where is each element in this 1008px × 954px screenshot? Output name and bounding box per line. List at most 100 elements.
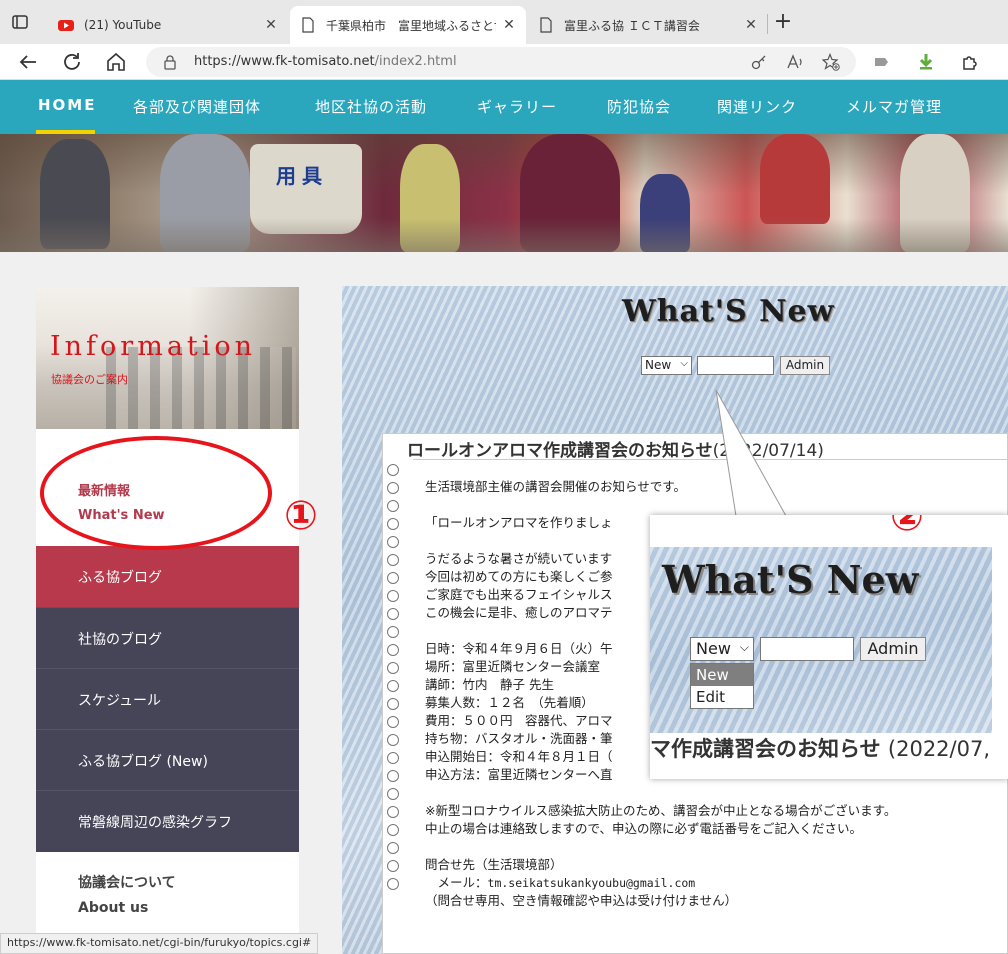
- ring: [387, 878, 399, 890]
- ring: [387, 806, 399, 818]
- hero-shade: [0, 134, 1008, 194]
- ring: [387, 464, 399, 476]
- annotation-number-two: ②: [890, 515, 924, 540]
- ring: [387, 860, 399, 872]
- new-tab-icon[interactable]: +: [772, 11, 794, 34]
- page-icon: [302, 17, 314, 33]
- notice-email: tm.seikatsukankyoubu@gmail.com: [487, 876, 696, 890]
- password-input[interactable]: [697, 356, 774, 375]
- tab-youtube[interactable]: (21) YouTube ✕: [48, 6, 288, 44]
- notice-line: ※新型コロナウイルス感染拡大防止のため、講習会が中止となる場合がございます。: [425, 803, 897, 818]
- option-edit[interactable]: Edit: [691, 686, 753, 708]
- ring: [387, 752, 399, 764]
- favorite-add-icon[interactable]: [822, 53, 840, 71]
- key-icon[interactable]: [750, 53, 768, 71]
- zoom-whats-new-title: What'S New: [662, 557, 919, 602]
- chevron-down-icon: ⌵: [739, 640, 749, 654]
- ring: [387, 644, 399, 656]
- notice-line: [425, 838, 896, 856]
- ring: [387, 770, 399, 782]
- hero-photo: 用具: [0, 134, 1008, 252]
- zoom-admin-button[interactable]: Admin: [860, 637, 926, 661]
- ring: [387, 734, 399, 746]
- information-title: Information: [50, 331, 257, 362]
- annotation-number-one: ①: [284, 493, 318, 539]
- site-nav: HOME 各部及び関連団体 地区社協の活動 ギャラリー 防犯協会 関連リンク メ…: [0, 80, 1008, 134]
- hero-ground: [0, 218, 1008, 252]
- lock-icon[interactable]: [162, 54, 178, 70]
- notice-divider: [413, 459, 1008, 460]
- ring: [387, 662, 399, 674]
- ring: [387, 698, 399, 710]
- nav-gallery[interactable]: ギャラリー: [477, 96, 557, 117]
- zoom-mode-select[interactable]: New ⌵: [690, 637, 754, 661]
- tab-title: 富里ふる協 ＩＣＴ講習会: [564, 18, 700, 33]
- ring: [387, 518, 399, 530]
- download-extension-icon[interactable]: [916, 52, 936, 72]
- notice-line: 問合せ先（生活環境部）: [425, 857, 563, 872]
- ring: [387, 482, 399, 494]
- back-icon[interactable]: [16, 50, 40, 74]
- ring: [387, 572, 399, 584]
- highlight-ellipse: [40, 436, 272, 550]
- zoom-notice-title: マ作成講習会のお知らせ (2022/07,: [650, 733, 990, 763]
- hero-figure: [760, 134, 830, 224]
- ring: [387, 824, 399, 836]
- read-aloud-icon[interactable]: [786, 53, 804, 71]
- close-tab-icon[interactable]: ✕: [264, 17, 278, 33]
- about-link-jp[interactable]: 協議会について: [78, 872, 176, 892]
- extension-icon[interactable]: [872, 52, 892, 72]
- home-icon[interactable]: [104, 50, 128, 74]
- whats-new-title: What'S New: [622, 294, 835, 329]
- address-bar[interactable]: https://www.fk-tomisato.net/index2.html: [146, 47, 856, 77]
- tab-actions-icon[interactable]: [10, 12, 30, 32]
- nav-groups[interactable]: 各部及び関連団体: [133, 96, 261, 117]
- ring: [387, 608, 399, 620]
- mode-select-value: New: [645, 358, 672, 372]
- sidebar-item-furukyo-blog[interactable]: ふる協ブログ: [36, 546, 299, 607]
- ring: [387, 788, 399, 800]
- nav-related-links[interactable]: 関連リンク: [717, 96, 797, 117]
- refresh-icon[interactable]: [60, 50, 84, 74]
- hero-vest-text: 用具: [276, 164, 328, 188]
- tab-title: 千葉県柏市 富里地域ふるさと協議会: [326, 18, 496, 33]
- option-new[interactable]: New: [691, 664, 753, 686]
- nav-home[interactable]: HOME: [38, 96, 96, 114]
- ring: [387, 554, 399, 566]
- notebook-rings: [387, 464, 403, 896]
- nav-mailmag[interactable]: メルマガ管理: [846, 96, 942, 117]
- information-subtitle: 協議会のご案内: [51, 373, 128, 386]
- tab-ict[interactable]: 富里ふる協 ＩＣＴ講習会 ✕: [528, 6, 768, 44]
- notice-line: 中止の場合は連絡致しますので、申込の際に必ず電話番号をご記入ください。: [425, 821, 863, 836]
- tab-separator: [767, 14, 768, 34]
- notice-line: （問合せ専用、空き情報確認や申込は受け付けません）: [425, 893, 738, 908]
- extensions-puzzle-icon[interactable]: [960, 52, 980, 72]
- sidebar-item-schedule[interactable]: スケジュール: [36, 668, 299, 729]
- notice-line: [425, 496, 896, 514]
- close-tab-icon[interactable]: ✕: [744, 17, 758, 33]
- tab-fk-tomisato[interactable]: 千葉県柏市 富里地域ふるさと協議会 ✕: [290, 6, 526, 44]
- information-banner: Information 協議会のご案内: [36, 287, 299, 429]
- ring: [387, 590, 399, 602]
- notice-title-text: ロールオンアロマ作成講習会のお知らせ: [407, 441, 713, 461]
- nav-crime-prevention[interactable]: 防犯協会: [607, 96, 671, 117]
- ring: [387, 716, 399, 728]
- sidebar-item-furukyo-blog-new[interactable]: ふる協ブログ (New): [36, 729, 299, 790]
- ring: [387, 500, 399, 512]
- mode-select[interactable]: New ⌵: [641, 356, 692, 375]
- nav-district-activities[interactable]: 地区社協の活動: [315, 96, 427, 117]
- tab-title: (21) YouTube: [84, 18, 162, 32]
- chevron-down-icon: ⌵: [680, 358, 688, 369]
- zoom-password-input[interactable]: [760, 637, 854, 661]
- about-link-en[interactable]: About us: [78, 900, 148, 916]
- zoom-callout: ② What'S New New ⌵ Admin New Edit マ作成講習会…: [650, 515, 1008, 779]
- notice-email-label: メール：: [425, 875, 488, 890]
- notice-date: (2022/07/14): [712, 441, 824, 461]
- admin-button[interactable]: Admin: [780, 356, 830, 375]
- sidebar-item-infection-graph[interactable]: 常磐線周辺の感染グラフ: [36, 790, 299, 852]
- zoom-mode-select-value: New: [696, 639, 731, 658]
- ring: [387, 680, 399, 692]
- page-icon: [540, 17, 552, 33]
- close-tab-icon[interactable]: ✕: [502, 17, 516, 33]
- sidebar-item-shakyo-blog[interactable]: 社協のブログ: [36, 607, 299, 668]
